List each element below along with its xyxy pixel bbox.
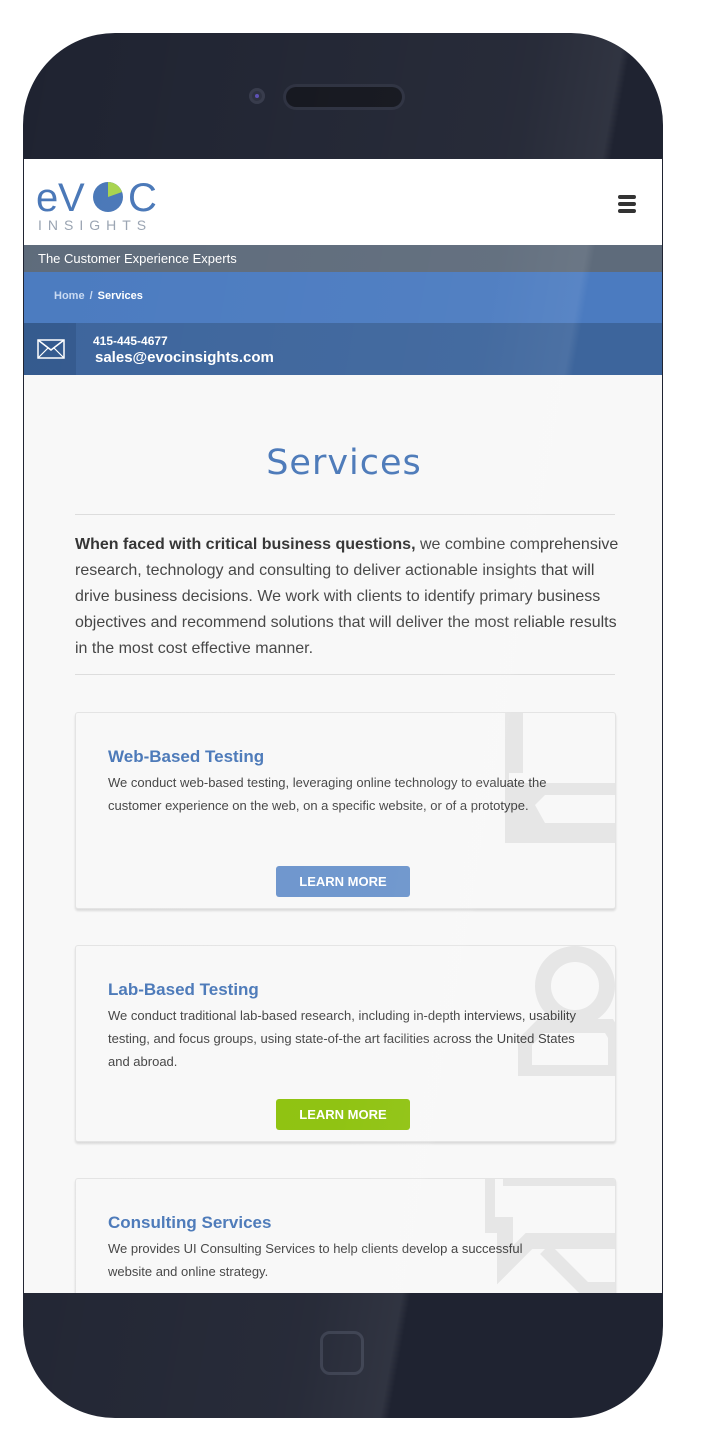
logo-subtext: INSIGHTS (38, 217, 152, 233)
phone-speaker (286, 87, 402, 107)
breadcrumb-home-link[interactable]: Home (54, 290, 85, 302)
contact-icon-box[interactable] (24, 323, 76, 375)
card-text: We provides UI Consulting Services to he… (108, 1241, 523, 1279)
contact-phone[interactable]: 415-445-4677 (93, 334, 168, 348)
phone-screen: e V C INSIGHTS The Customer Experience E… (24, 159, 662, 1293)
divider-top (75, 514, 615, 515)
service-card-lab: Lab-Based Testing We conduct traditional… (75, 945, 616, 1142)
evoc-logo[interactable]: e V C INSIGHTS (36, 173, 196, 233)
tagline: The Customer Experience Experts (38, 251, 237, 266)
phone-frame: e V C INSIGHTS The Customer Experience E… (23, 33, 663, 1418)
breadcrumb-current: Services (97, 290, 143, 302)
card-title[interactable]: Web-Based Testing (108, 747, 264, 767)
envelope-icon (37, 339, 65, 359)
tagline-bar: The Customer Experience Experts (24, 245, 662, 272)
intro-bold: When faced with critical business questi… (75, 536, 416, 553)
logo-text-c: C (128, 176, 157, 220)
learn-more-button[interactable]: LEARN MORE (276, 1099, 410, 1130)
logo-text-e: e (36, 176, 58, 220)
breadcrumb: Home / Services (54, 290, 143, 302)
card-text: We conduct web-based testing, leveraging… (108, 775, 547, 813)
breadcrumb-separator: / (89, 290, 93, 302)
intro-text: we combine comprehensive research, techn… (75, 536, 619, 657)
card-title[interactable]: Consulting Services (108, 1213, 271, 1233)
contact-bar: 415-445-4677 sales@evocinsights.com (24, 323, 662, 375)
phone-camera (249, 88, 265, 104)
divider-bottom (75, 674, 615, 675)
service-card-web: Web-Based Testing We conduct web-based t… (75, 712, 616, 909)
contact-email[interactable]: sales@evocinsights.com (95, 349, 274, 366)
page-title: Services (266, 443, 422, 483)
breadcrumb-bar: Home / Services (24, 272, 662, 323)
card-text: We conduct traditional lab-based researc… (108, 1008, 577, 1069)
card-title[interactable]: Lab-Based Testing (108, 980, 259, 1000)
logo-text-v: V (58, 176, 85, 220)
phone-home-button[interactable] (320, 1331, 364, 1375)
intro-paragraph: When faced with critical business questi… (75, 532, 620, 662)
site-header: e V C INSIGHTS (24, 159, 662, 245)
hamburger-menu-icon[interactable] (618, 195, 636, 215)
learn-more-button[interactable]: LEARN MORE (276, 866, 410, 897)
service-card-consulting: Consulting Services We provides UI Consu… (75, 1178, 616, 1293)
